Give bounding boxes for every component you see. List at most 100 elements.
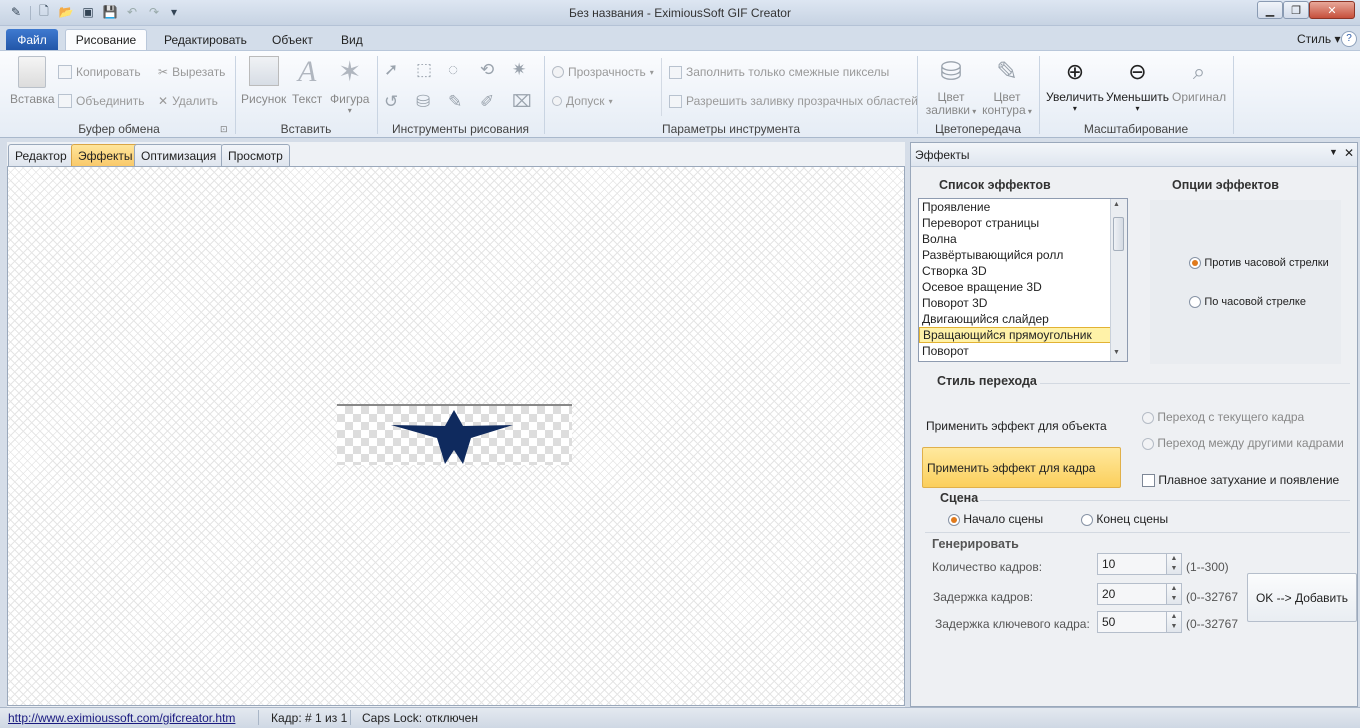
merge-button[interactable]: Объединить	[58, 94, 145, 108]
tab-optimization[interactable]: Оптимизация	[134, 144, 224, 166]
tab-edit[interactable]: Редактировать	[154, 29, 257, 50]
option-ccw[interactable]: Против часовой стрелки	[1189, 255, 1329, 269]
list-item[interactable]: Проявление	[919, 199, 1111, 215]
rotate-icon[interactable]: ↺	[384, 92, 408, 118]
fill-bucket-icon[interactable]: ⛁	[416, 92, 440, 118]
option-between-frames[interactable]: Переход между другими кадрами	[1142, 436, 1344, 450]
zoom-in-button[interactable]: ⊕ Увеличить ▾	[1046, 58, 1104, 113]
magic-wand-icon[interactable]: ✷	[512, 60, 536, 86]
app-icon[interactable]: ✎	[8, 4, 24, 20]
fill-color-button[interactable]: ⛁ Цвет заливки ▾	[925, 56, 977, 118]
fill-adjacent-checkbox[interactable]: Заполнить только смежные пикселы	[669, 65, 889, 79]
undo-icon[interactable]: ↶	[124, 4, 140, 20]
tab-preview[interactable]: Просмотр	[221, 144, 290, 166]
panel-menu-icon[interactable]: ▼	[1329, 147, 1338, 157]
apply-to-frame-button[interactable]: Применить эффект для кадра	[922, 447, 1121, 488]
zoom-original-button[interactable]: ⌕ Оригинал	[1172, 58, 1226, 104]
magnifier-icon: ⌕	[1192, 59, 1206, 84]
rotate-select-icon[interactable]: ⟲	[480, 60, 504, 86]
save-icon[interactable]: 💾	[102, 4, 118, 20]
file-menu-button[interactable]: Файл	[6, 29, 58, 50]
option-cw[interactable]: По часовой стрелке	[1189, 294, 1306, 308]
list-item[interactable]: Переворот страницы	[919, 215, 1111, 231]
paint-bucket-icon: ⛁	[940, 56, 962, 86]
eraser-icon[interactable]: ⌧	[512, 92, 536, 118]
insert-picture-button[interactable]: Рисунок	[241, 56, 286, 106]
panel-close-icon[interactable]: ✕	[1344, 146, 1354, 160]
frame-count-spinner[interactable]: ▲ ▼	[1166, 553, 1182, 575]
frame-delay-range: (0--32767	[1186, 590, 1239, 604]
list-item[interactable]: Поворот	[919, 343, 1111, 359]
list-item[interactable]: Развёртывающийся ролл	[919, 247, 1111, 263]
maximize-button[interactable]: ❐	[1283, 1, 1309, 19]
apply-to-object-button[interactable]: Применить эффект для объекта	[926, 419, 1107, 433]
list-item-selected[interactable]: Вращающийся прямоугольник	[919, 327, 1111, 343]
stroke-color-button[interactable]: ✎ Цвет контура ▾	[981, 56, 1033, 118]
frame-count-input[interactable]: 10	[1097, 553, 1167, 575]
style-menu[interactable]: Стиль ▾	[1297, 32, 1340, 46]
lasso-icon[interactable]: ◌	[448, 60, 472, 86]
zoom-out-button[interactable]: ⊖ Уменьшить ▾	[1106, 58, 1169, 113]
minimize-button[interactable]: ▁	[1257, 1, 1283, 19]
tab-drawing[interactable]: Рисование	[65, 29, 147, 50]
paste-button[interactable]: Вставка	[10, 56, 55, 106]
tab-effects[interactable]: Эффекты	[71, 144, 140, 166]
list-item[interactable]: Двигающийся слайдер	[919, 311, 1111, 327]
open-folder-icon[interactable]: 📂	[58, 4, 74, 20]
scissors-icon: ✂	[158, 65, 169, 79]
scrollbar-thumb[interactable]	[1113, 217, 1124, 251]
frame-count-label: Количество кадров:	[932, 560, 1043, 574]
allow-transparent-fill-checkbox[interactable]: Разрешить заливку прозрачных областей	[669, 94, 918, 108]
help-icon[interactable]: ?	[1341, 31, 1357, 47]
tolerance-dropdown[interactable]: Допуск ▾	[552, 94, 613, 108]
scroll-up-icon[interactable]: ▲	[1113, 201, 1120, 208]
delete-button[interactable]: ✕ Удалить	[158, 94, 218, 108]
animation-frame[interactable]	[337, 404, 572, 465]
tab-editor[interactable]: Редактор	[8, 144, 74, 166]
frame-delay-spinner[interactable]: ▲ ▼	[1166, 583, 1182, 605]
frame-count-range: (1--300)	[1186, 560, 1229, 574]
key-delay-spinner[interactable]: ▲ ▼	[1166, 611, 1182, 633]
transparency-dropdown[interactable]: Прозрачность ▾	[552, 65, 654, 79]
list-item[interactable]: Волна	[919, 231, 1111, 247]
drawing-tools-grid: ➚ ⬚ ◌ ⟲ ✷ ↺ ⛁ ✎ ✐ ⌧	[384, 60, 534, 118]
pencil-icon[interactable]: ✎	[448, 92, 472, 118]
dialog-launcher-icon[interactable]: ⊡	[220, 124, 228, 135]
frame-delay-input[interactable]: 20	[1097, 583, 1167, 605]
list-item[interactable]: Створка 3D	[919, 263, 1111, 279]
group-label-insert: Вставить	[280, 122, 332, 136]
cut-button[interactable]: ✂ Вырезать	[158, 65, 225, 79]
scene-end-radio[interactable]: Конец сцены	[1081, 512, 1168, 526]
insert-shape-button[interactable]: ✶ Фигура ▾	[330, 56, 369, 115]
window-title: Без названия - EximiousSoft GIF Creator	[569, 6, 791, 20]
list-item[interactable]: Осевое вращение 3D	[919, 279, 1111, 295]
tab-object[interactable]: Объект	[262, 29, 323, 50]
copy-button[interactable]: Копировать	[58, 65, 141, 79]
insert-text-button[interactable]: A Текст	[292, 56, 322, 107]
tolerance-icon	[552, 96, 562, 106]
list-item[interactable]: Поворот 3D	[919, 295, 1111, 311]
key-delay-range: (0--32767	[1186, 617, 1239, 631]
effects-list-scrollbar[interactable]: ▲ ▼	[1110, 199, 1127, 361]
customize-toolbar-icon[interactable]: ▾	[166, 4, 182, 20]
panel-header: Эффекты ▼ ✕	[911, 143, 1357, 167]
ok-add-button[interactable]: OK --> Добавить	[1247, 573, 1357, 622]
star-shape-icon: ✶	[337, 56, 362, 87]
delete-x-icon: ✕	[158, 94, 169, 108]
select-arrow-icon[interactable]: ➚	[384, 60, 408, 86]
redo-icon[interactable]: ↷	[146, 4, 162, 20]
crop-select-icon[interactable]: ⬚	[416, 60, 440, 86]
key-delay-input[interactable]: 50	[1097, 611, 1167, 633]
effects-listbox[interactable]: Проявление Переворот страницы Волна Разв…	[918, 198, 1128, 362]
new-file-icon[interactable]: 🗋	[36, 4, 52, 20]
tab-view[interactable]: Вид	[331, 29, 373, 50]
close-button[interactable]: ✕	[1309, 1, 1355, 19]
status-url-link[interactable]: http://www.eximioussoft.com/gifcreator.h…	[8, 711, 235, 725]
option-from-current-frame[interactable]: Переход с текущего кадра	[1142, 410, 1304, 424]
scroll-down-icon[interactable]: ▼	[1113, 349, 1120, 356]
brush-icon[interactable]: ✐	[480, 92, 504, 118]
fade-checkbox[interactable]: Плавное затухание и появление	[1142, 473, 1339, 488]
save-as-icon[interactable]: ▣	[80, 4, 96, 20]
scene-start-radio[interactable]: Начало сцены	[948, 512, 1043, 526]
star-image	[391, 410, 513, 464]
